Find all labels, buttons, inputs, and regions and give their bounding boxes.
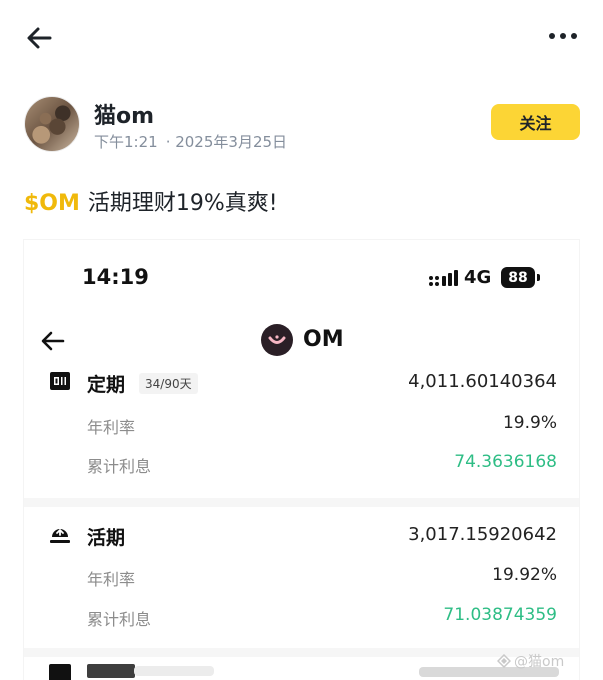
flexible-rate: 19.92%	[492, 565, 557, 585]
battery-tip	[537, 274, 540, 281]
fixed-rate: 19.9%	[502, 413, 557, 433]
attached-screenshot[interactable]: 14:19 4G 88 OM 定期 34/90天 4,011.60140364 …	[24, 240, 579, 680]
author-name[interactable]: 猫om	[94, 98, 154, 130]
post-meta: 下午1:21 · 2025年3月25日	[94, 131, 287, 152]
post-date: · 2025年3月25日	[165, 133, 288, 151]
follow-button[interactable]: 关注	[491, 104, 580, 140]
avatar[interactable]	[24, 96, 80, 152]
watermark: @猫om	[497, 651, 564, 671]
battery-icon: 88	[501, 267, 535, 288]
post-time: 下午1:21	[94, 133, 158, 151]
flexible-title: 活期	[87, 527, 126, 549]
section-divider	[24, 498, 579, 507]
calendar-icon	[50, 372, 70, 390]
cutoff-title	[87, 664, 135, 678]
section-divider	[24, 648, 579, 657]
savings-icon	[50, 529, 70, 543]
arrow-left-icon	[41, 331, 65, 351]
post-text: $OM 活期理财19%真爽!	[24, 185, 278, 217]
cutoff-tag	[134, 666, 214, 676]
fixed-rate-label: 年利率	[87, 418, 136, 437]
arrow-left-icon[interactable]	[24, 24, 56, 52]
watermark-logo-icon	[497, 654, 511, 668]
coin-name: OM	[303, 327, 344, 352]
ticker-link[interactable]: $OM	[24, 191, 80, 216]
flexible-total: 3,017.15920642	[408, 524, 557, 545]
fixed-interest: 74.3636168	[454, 452, 557, 472]
om-coin-icon	[261, 324, 293, 356]
fixed-total: 4,011.60140364	[408, 371, 557, 392]
fixed-title: 定期	[87, 374, 126, 396]
network-label: 4G	[464, 267, 492, 288]
fixed-interest-label: 累计利息	[87, 457, 152, 476]
post-detail-page: 猫om 下午1:21 · 2025年3月25日 关注 $OM 活期理财19%真爽…	[0, 0, 603, 680]
flexible-interest-label: 累计利息	[87, 610, 152, 629]
calendar-icon	[49, 664, 71, 680]
post-body: 活期理财19%真爽!	[87, 191, 278, 216]
flexible-interest: 71.03874359	[443, 605, 557, 625]
signal-icon	[429, 270, 458, 286]
watermark-text: @猫om	[514, 654, 565, 670]
fixed-term-tag: 34/90天	[139, 373, 198, 394]
flexible-rate-label: 年利率	[87, 570, 136, 589]
more-dots-icon[interactable]	[547, 26, 579, 46]
status-time: 14:19	[82, 265, 149, 289]
